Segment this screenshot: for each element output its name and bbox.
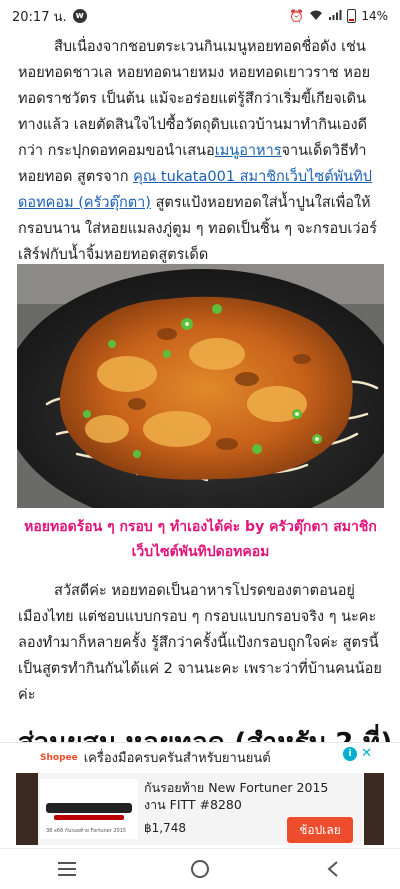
photo-caption: หอยทอดร้อน ๆ กรอบ ๆ ทำเองได้ค่ะ by ครัวต… [24, 519, 377, 560]
ad-thumb-text: 38 x66 กันรอยท้าย Fortuner 2015 [46, 828, 127, 834]
ad-close-icon[interactable]: ✕ [361, 746, 372, 761]
ad-product-card[interactable]: 38 x66 กันรอยท้าย Fortuner 2015 กันรอยท้… [38, 773, 363, 845]
ad-side-image-left [16, 773, 38, 845]
alarm-icon: ⏰ [289, 9, 305, 23]
status-time: 20:17 น. [12, 9, 67, 25]
body-paragraph: สวัสดีค่ะ หอยทอดเป็นอาหารโปรดของตาตอนอยู… [18, 583, 382, 703]
status-bar: 20:17 น. w ⏰ 14% [0, 0, 400, 32]
battery-level: 14% [361, 9, 388, 23]
ad-product-price: ฿1,748 [144, 821, 186, 835]
shop-now-button[interactable]: ช้อปเลย [287, 817, 353, 843]
menu-link[interactable]: เมนูอาหาร [215, 143, 282, 159]
back-icon[interactable] [313, 854, 353, 884]
system-nav-bar [0, 848, 400, 889]
bumper-guard-graphic [46, 803, 132, 813]
ad-choices[interactable]: i ✕ [343, 746, 372, 761]
intro-paragraph: สืบเนื่องจากชอบตระเวนกินเมนูหอยทอดชื่อดั… [0, 32, 400, 268]
bumper-guard-accent [54, 815, 124, 820]
home-icon[interactable] [180, 854, 220, 884]
intro-text-1: สืบเนื่องจากชอบตระเวนกินเมนูหอยทอดชื่อดั… [18, 39, 371, 159]
ad-info-icon[interactable]: i [343, 746, 358, 761]
wifi-icon [309, 9, 323, 24]
recent-apps-icon[interactable] [47, 854, 87, 884]
app-notification-icon: w [72, 9, 87, 23]
article-content: สืบเนื่องจากชอบตระเวนกินเมนูหอยทอดชื่อดั… [0, 32, 400, 767]
ad-product-image[interactable]: 38 x66 กันรอยท้าย Fortuner 2015 [40, 779, 138, 839]
ad-header: Shopee เครื่องมือครบครันสำหรับยานยนต์ [40, 747, 271, 768]
ad-banner[interactable]: Shopee เครื่องมือครบครันสำหรับยานยนต์ i … [0, 742, 400, 848]
shopee-logo: Shopee [40, 752, 78, 763]
fried-mussel-photo [17, 264, 384, 508]
ad-side-image-right [364, 773, 384, 845]
ad-product-title[interactable]: กันรอยท้าย New Fortuner 2015 งาน FITT #8… [144, 779, 344, 813]
ad-headline[interactable]: เครื่องมือครบครันสำหรับยานยนต์ [84, 747, 271, 768]
status-right: ⏰ 14% [289, 9, 388, 24]
battery-icon [347, 9, 357, 23]
signal-icon [328, 9, 342, 24]
status-left: 20:17 น. w [12, 6, 87, 27]
